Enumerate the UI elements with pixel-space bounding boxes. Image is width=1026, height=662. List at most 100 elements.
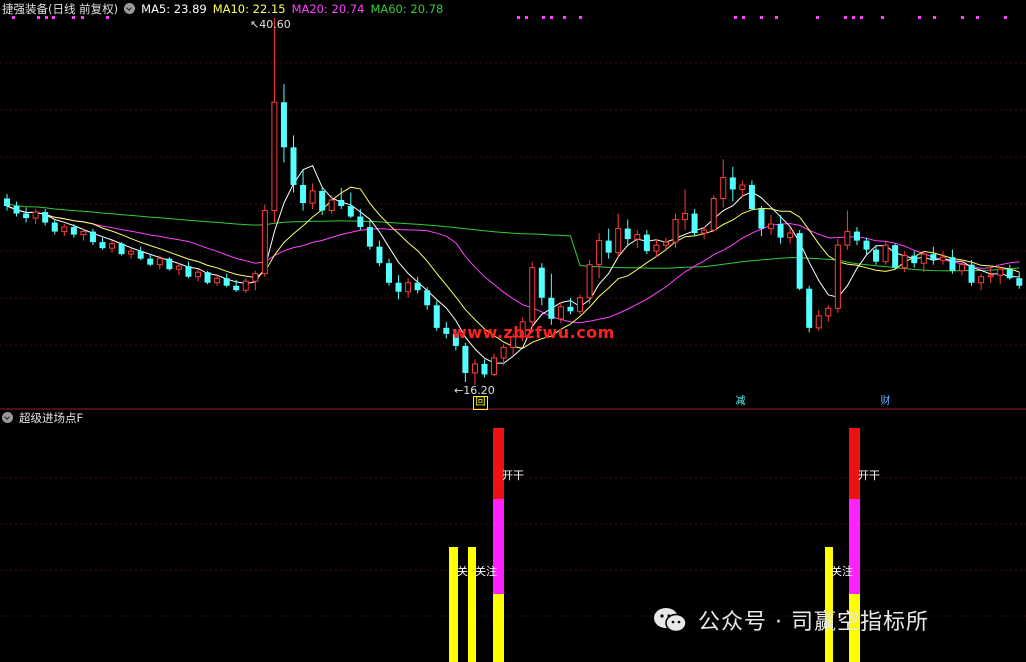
candle-body — [433, 305, 440, 328]
candle-body — [366, 227, 373, 247]
candle-body — [720, 176, 727, 199]
signal-bar — [493, 499, 504, 594]
candle-body — [147, 258, 154, 265]
candle-body — [204, 272, 211, 283]
candle-body — [328, 199, 335, 212]
signal-label-kaigan: 开干 — [858, 469, 880, 482]
event-marker — [517, 16, 520, 19]
candle-body — [710, 197, 717, 231]
candle-body — [42, 212, 49, 223]
candle-body — [787, 232, 794, 239]
candle-body — [529, 267, 536, 323]
event-marker — [542, 16, 545, 19]
candle-body — [233, 285, 240, 291]
ma60-value: MA60: 20.78 — [370, 2, 444, 16]
candle-body — [939, 256, 946, 261]
candle-body — [911, 255, 918, 264]
candle-body — [768, 223, 774, 230]
candle-body — [577, 297, 583, 312]
candle-body — [156, 258, 163, 266]
candle-body — [99, 242, 106, 249]
watermark: www.zbzfwu.com — [452, 323, 615, 342]
event-marker — [933, 16, 936, 19]
indicator-menu-icon[interactable] — [2, 412, 13, 423]
candle-body — [701, 229, 708, 234]
candle-body — [89, 231, 96, 243]
event-marker — [1004, 16, 1007, 19]
candle-body — [758, 209, 765, 229]
event-marker — [961, 16, 964, 19]
signal-label-guanzhu: 关注 — [475, 565, 497, 578]
ma5-value: MA5: 23.89 — [141, 2, 207, 16]
event-marker — [881, 16, 884, 19]
candle-body — [195, 271, 201, 278]
candle-body — [624, 228, 631, 240]
candle-body — [844, 231, 851, 246]
candle-body — [309, 190, 316, 204]
indicator-title[interactable]: 超级进场点F — [19, 411, 83, 425]
candle-body — [471, 363, 478, 374]
signal-bar — [493, 428, 504, 499]
candle-body — [892, 245, 899, 268]
candle-body — [338, 199, 345, 207]
candle-body — [500, 346, 507, 359]
candle-body — [223, 278, 230, 286]
candle-body — [930, 254, 937, 261]
candle-body — [290, 147, 297, 185]
candle-body — [567, 306, 574, 312]
candle-body — [137, 251, 144, 259]
candle-body — [185, 266, 192, 277]
signal-bar — [849, 428, 860, 499]
candle-body — [863, 240, 870, 250]
candle-body — [615, 228, 622, 254]
candle-body — [538, 267, 545, 298]
signal-label-kaigan: 开干 — [502, 469, 524, 482]
candle-body — [214, 277, 221, 284]
event-marker — [734, 16, 737, 19]
candle-body — [80, 231, 87, 236]
candle-body — [32, 211, 39, 219]
candle-body — [481, 363, 488, 375]
candle-body — [405, 282, 412, 293]
candle-body — [462, 345, 469, 373]
chart-title[interactable]: 捷强装备(日线 前复权) — [2, 2, 118, 16]
arrow-icon: ↖ — [250, 18, 260, 31]
badge-cai[interactable]: 财 — [879, 396, 892, 408]
candle-body — [424, 290, 431, 306]
signal-bar — [493, 594, 504, 662]
event-marker — [579, 16, 582, 19]
candle-body — [300, 184, 307, 204]
candle-body — [1016, 278, 1023, 286]
signal-bar — [849, 499, 860, 594]
event-marker — [760, 16, 763, 19]
candle-body — [834, 244, 841, 309]
candle-body — [491, 357, 498, 375]
indicator-header: 超级进场点F — [2, 410, 89, 426]
footer-source: 公众号 · 司赢空指标所 — [698, 610, 929, 635]
badge-hui[interactable]: 回 — [473, 396, 488, 410]
candle-body — [634, 234, 641, 240]
candle-body — [118, 243, 125, 255]
candle-body — [596, 240, 603, 266]
candle-body — [414, 282, 421, 291]
candle-body — [873, 249, 880, 262]
candle-body — [901, 255, 908, 269]
candle-body — [978, 276, 985, 284]
candle-body — [261, 210, 268, 275]
candle-body — [806, 288, 813, 328]
dropdown-icon[interactable] — [124, 3, 136, 14]
candle-body — [557, 306, 564, 320]
candle-body — [70, 227, 77, 235]
candle-body — [796, 233, 803, 289]
candle-body — [662, 241, 669, 246]
wechat-icon — [654, 608, 687, 633]
candle-body — [586, 264, 593, 299]
event-marker — [775, 16, 778, 19]
candle-body — [109, 243, 116, 249]
candle-body — [682, 213, 689, 221]
candle-body — [882, 244, 889, 263]
event-marker — [550, 16, 553, 19]
event-marker — [844, 16, 847, 19]
badge-jian[interactable]: 减 — [734, 396, 747, 408]
candle-body — [653, 244, 660, 252]
